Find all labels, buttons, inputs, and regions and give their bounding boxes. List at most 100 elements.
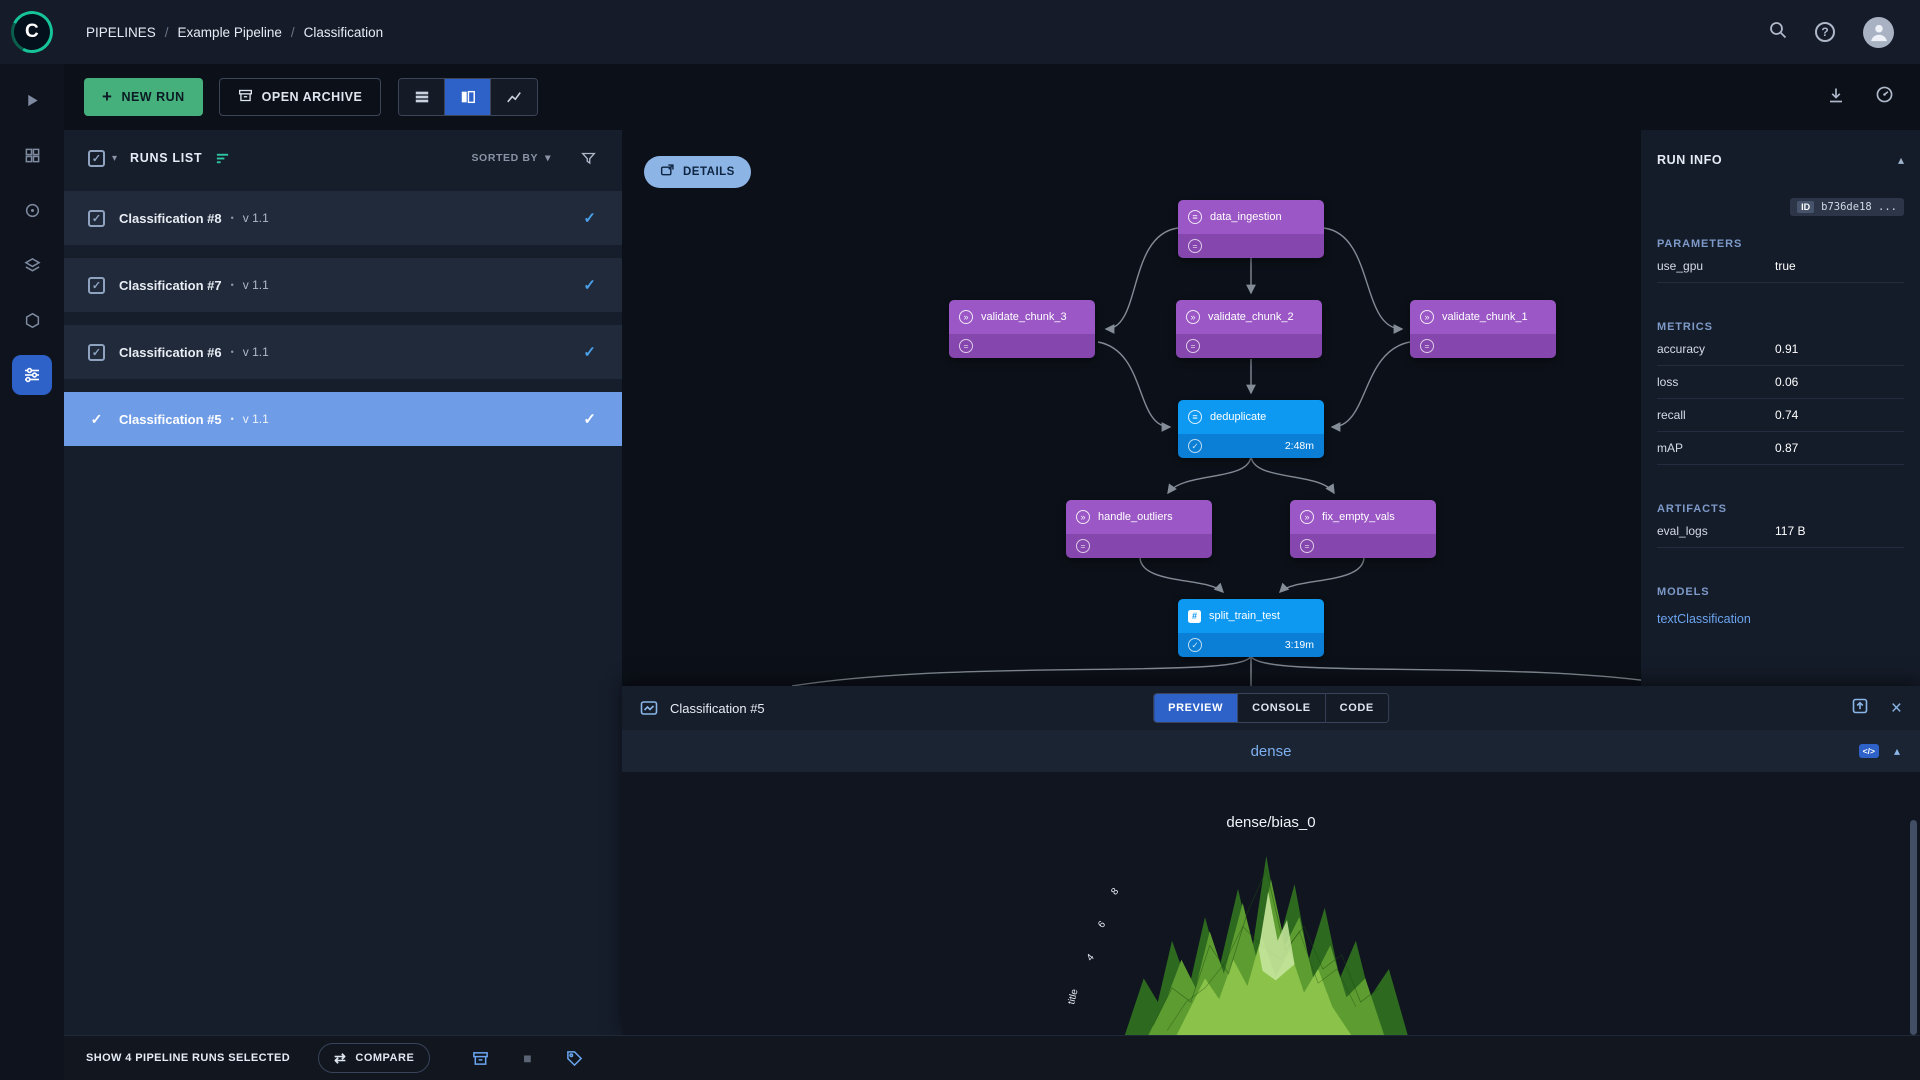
close-panel-icon[interactable]: × [1891,699,1902,718]
projects-icon[interactable] [12,80,52,120]
node-status-icon: = [1076,539,1090,553]
toolbar-right-actions [1827,85,1894,109]
run-list-item[interactable]: ✓ Classification #6 • v 1.1 ✓ [64,325,622,379]
metrics-section-title: METRICS [1657,321,1904,333]
run-name: Classification #8 [119,211,222,226]
metric-row: mAP 0.87 [1657,432,1904,465]
reports-icon[interactable] [12,190,52,230]
dag-node-handle-outliers[interactable]: » handle_outliers = [1066,500,1212,558]
run-info-panel: RUN INFO ▴ ID b736de18 ... PARAMETERS us… [1641,130,1920,686]
run-list-item[interactable]: ✓ Classification #7 • v 1.1 ✓ [64,258,622,312]
open-archive-button[interactable]: OPEN ARCHIVE [219,78,382,116]
node-status-icon: = [1188,239,1202,253]
selection-footer-bar: SHOW 4 PIPELINE RUNS SELECTED ⇄ COMPARE … [64,1035,1920,1080]
run-id-value: b736de18 ... [1821,201,1897,213]
collapse-section-chevron-icon[interactable]: ▴ [1894,744,1900,758]
metric-section-title: dense [1251,743,1292,760]
tab-preview[interactable]: PREVIEW [1154,694,1238,722]
collapse-chevron-icon[interactable]: ▴ [1898,153,1904,167]
node-type-icon: » [1076,510,1090,524]
workers-icon[interactable] [1875,85,1894,109]
sort-tune-icon[interactable] [215,151,230,166]
split-view-button[interactable] [445,79,491,115]
run-checkbox[interactable]: ✓ [88,277,105,294]
select-all-checkbox[interactable]: ✓ [88,150,105,167]
run-list-item[interactable]: ✓ Classification #8 • v 1.1 ✓ [64,191,622,245]
code-badge-icon[interactable]: </> [1859,744,1879,758]
abort-icon[interactable]: ■ [523,1050,531,1066]
archive-icon [238,88,253,106]
download-icon[interactable] [1827,86,1845,109]
new-run-button[interactable]: + NEW RUN [84,78,203,116]
datasets-icon[interactable] [12,135,52,175]
expand-panel-icon[interactable] [1851,697,1869,720]
top-bar: C PIPELINES / Example Pipeline / Classif… [0,0,1920,64]
dot-separator: • [231,347,234,357]
plot-title: dense/bias_0 [1226,814,1315,831]
model-link[interactable]: textClassification [1657,612,1751,626]
metric-section-bar[interactable]: dense </> ▴ [622,730,1920,772]
node-type-icon: » [1186,310,1200,324]
dag-node-validate-chunk-1[interactable]: » validate_chunk_1 = [1410,300,1556,358]
dot-separator: • [231,213,234,223]
dag-node-split-train-test[interactable]: # split_train_test ✓ 3:19m [1178,599,1324,657]
preview-content: dense/bias_0 8 6 4 title [622,772,1920,1035]
dag-node-validate-chunk-2[interactable]: » validate_chunk_2 = [1176,300,1322,358]
run-checkbox[interactable]: ✓ [88,344,105,361]
dag-edges [622,130,1641,686]
run-version: v 1.1 [243,211,269,225]
details-icon [660,163,675,181]
run-id-chip[interactable]: ID b736de18 ... [1790,198,1904,216]
run-checkbox[interactable]: ✓ [88,210,105,227]
compare-arrows-icon: ⇄ [334,1050,346,1067]
surface-mesh [1125,856,1408,1035]
layers-icon[interactable] [12,245,52,285]
dag-node-validate-chunk-3[interactable]: » validate_chunk_3 = [949,300,1095,358]
search-icon[interactable] [1769,21,1787,44]
caret-down-icon: ▾ [545,152,551,164]
clearml-logo[interactable]: C [0,0,64,64]
node-runtime: 2:48m [1285,440,1314,452]
tag-icon[interactable] [566,1050,583,1067]
details-button[interactable]: DETAILS [644,156,751,188]
runs-list-panel: ✓ ▾ RUNS LIST SORTED BY ▾ ✓ Classificati… [64,130,622,1035]
left-nav-rail [0,64,64,1080]
tab-code[interactable]: CODE [1326,694,1388,722]
selection-count-text: SHOW 4 PIPELINE RUNS SELECTED [86,1052,290,1064]
dag-node-data-ingestion[interactable]: ≡ data_ingestion = [1178,200,1324,258]
compare-button[interactable]: ⇄ COMPARE [318,1043,430,1073]
run-name: Classification #6 [119,345,222,360]
preview-tabs: PREVIEW CONSOLE CODE [1153,693,1389,723]
sorted-by-dropdown[interactable]: SORTED BY ▾ [471,152,551,164]
pipelines-icon[interactable] [12,355,52,395]
dag-node-fix-empty-vals[interactable]: » fix_empty_vals = [1290,500,1436,558]
chart-view-button[interactable] [491,79,537,115]
metric-row: recall 0.74 [1657,399,1904,432]
node-type-icon: » [959,310,973,324]
help-icon[interactable]: ? [1815,22,1835,42]
node-type-icon: » [1300,510,1314,524]
scrollbar-thumb[interactable] [1910,820,1917,1035]
node-status-completed-icon: ✓ [1188,439,1202,453]
models-icon[interactable] [12,300,52,340]
preview-icon [640,699,658,717]
run-list-item-selected[interactable]: ✓ Classification #5 • v 1.1 ✓ [64,392,622,446]
pipeline-dag-canvas[interactable]: DETAILS ≡ data_ingestion [622,130,1641,686]
select-dropdown-caret[interactable]: ▾ [112,153,117,164]
run-version: v 1.1 [243,278,269,292]
breadcrumb-separator: / [165,25,169,40]
table-view-button[interactable] [399,79,445,115]
archive-selected-icon[interactable] [472,1050,489,1067]
node-type-icon: ≡ [1188,410,1202,424]
tab-console[interactable]: CONSOLE [1238,694,1326,722]
breadcrumb-root[interactable]: PIPELINES [86,25,156,40]
artifact-row: eval_logs 117 B [1657,515,1904,548]
avatar[interactable] [1863,17,1894,48]
breadcrumb: PIPELINES / Example Pipeline / Classific… [86,25,383,40]
parameter-row: use_gpu true [1657,250,1904,283]
filter-icon[interactable] [581,151,596,166]
breadcrumb-project[interactable]: Example Pipeline [178,25,282,40]
dag-node-deduplicate[interactable]: ≡ deduplicate ✓ 2:48m [1178,400,1324,458]
run-version: v 1.1 [243,412,269,426]
surface-plot[interactable]: 8 6 4 title [1036,837,1506,1035]
